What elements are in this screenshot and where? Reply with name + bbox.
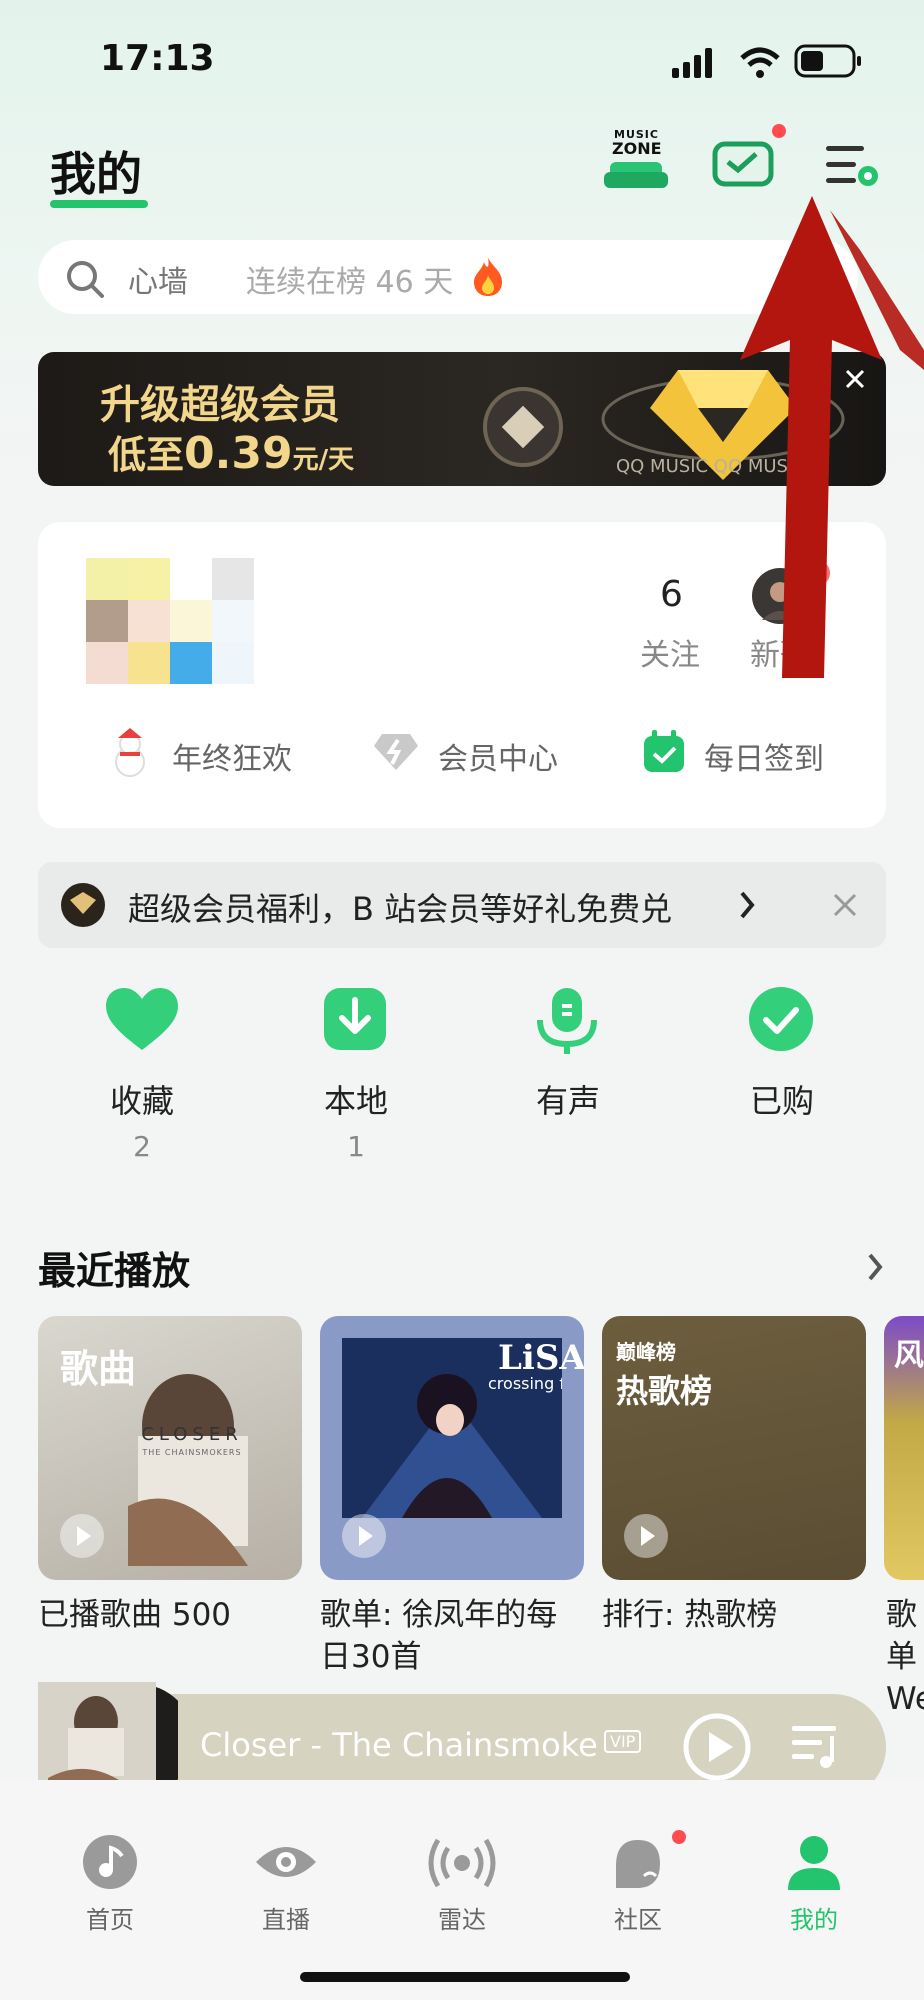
recent-cover-title-1: CLOSER	[141, 1424, 243, 1445]
grid-label-audio: 有声	[535, 1082, 600, 1120]
status-time: 17:13	[100, 38, 215, 79]
banner-line2: 低至0.39元/天	[108, 424, 354, 479]
recent-card-chart[interactable]: 巅峰榜 热歌榜	[602, 1316, 866, 1580]
quick-daily-checkin[interactable]: 每日签到	[642, 728, 862, 778]
recent-card-tag-4: 风	[894, 1338, 924, 1373]
diamond-icon	[374, 734, 418, 770]
title-underline	[50, 200, 148, 208]
sofa-icon	[604, 162, 668, 188]
quick-label-1: 年终狂欢	[172, 742, 292, 777]
calendar-check-icon	[644, 730, 684, 772]
grid-purchased[interactable]: 已购	[702, 986, 862, 1166]
music-zone-label-2: ZONE	[612, 139, 662, 158]
following-count[interactable]: 6	[660, 574, 683, 615]
tab-home[interactable]: 首页	[50, 1834, 170, 1934]
playlist-icon[interactable]	[790, 1722, 842, 1772]
play-button-icon[interactable]	[682, 1712, 752, 1782]
community-icon	[616, 1840, 660, 1888]
battery-icon	[794, 44, 861, 78]
grid-audio[interactable]: 有声	[488, 986, 648, 1166]
recent-caption-3[interactable]: 排行: 热歌榜	[602, 1594, 866, 1636]
recent-caption-4-line2: We	[886, 1681, 924, 1717]
grid-count-local: 1	[347, 1130, 365, 1163]
search-keyword: 心墙	[128, 265, 188, 300]
music-zone-button[interactable]: MUSIC ZONE	[604, 128, 668, 196]
quick-year-end[interactable]: 年终狂欢	[110, 728, 310, 778]
check-circle-icon	[749, 987, 813, 1051]
wifi-icon	[740, 47, 780, 78]
promo-badge-icon	[61, 883, 105, 927]
recent-cover-sub-2: crossing fie	[488, 1374, 562, 1393]
recent-card-playlist[interactable]: LiSA crossing fie	[320, 1316, 584, 1580]
tab-radar[interactable]: 雷达	[402, 1834, 522, 1934]
heart-icon	[106, 988, 178, 1050]
search-icon	[67, 261, 104, 298]
recent-cover-title-2: LiSA	[498, 1338, 584, 1378]
eye-icon	[256, 1847, 316, 1877]
search-rank-text: 连续在榜 46 天	[246, 265, 454, 300]
recent-play-icon-3[interactable]	[624, 1514, 668, 1558]
mail-icon[interactable]	[712, 138, 776, 190]
tab-label-home: 首页	[86, 1906, 134, 1934]
status-icons	[672, 44, 861, 78]
grid-count-favorites: 2	[133, 1130, 151, 1163]
tab-label-community: 社区	[614, 1906, 662, 1934]
cellular-icon	[672, 48, 712, 78]
recent-caption-4[interactable]: 歌单 We	[886, 1594, 924, 1720]
tab-live[interactable]: 直播	[226, 1834, 346, 1934]
grid-label-local: 本地	[323, 1082, 388, 1120]
tab-label-radar: 雷达	[438, 1906, 486, 1934]
home-indicator	[300, 1972, 630, 1982]
notification-dot	[772, 124, 786, 138]
radar-icon	[428, 1838, 496, 1888]
recent-caption-2[interactable]: 歌单: 徐凤年的每日30首	[320, 1594, 570, 1678]
download-icon	[324, 988, 386, 1050]
recent-play-icon-2[interactable]	[342, 1514, 386, 1558]
recent-cover-title-3: 热歌榜	[616, 1372, 713, 1410]
snowman-icon	[115, 728, 145, 777]
community-notification-dot	[672, 1830, 686, 1844]
closer-cover-art	[128, 1374, 248, 1566]
tab-label-live: 直播	[262, 1906, 310, 1934]
quick-label-3: 每日签到	[704, 742, 824, 777]
banner-price-suffix: 元/天	[292, 445, 355, 475]
avatar[interactable]	[86, 558, 296, 688]
annotation-arrow	[740, 196, 924, 678]
vip-medal-icon	[483, 387, 563, 467]
banner-line1: 升级超级会员	[100, 382, 340, 428]
recent-caption-4-line1: 歌单	[886, 1597, 917, 1675]
grid-label-favorites: 收藏	[109, 1082, 174, 1120]
grid-label-purchased: 已购	[749, 1082, 814, 1120]
microphone-icon	[537, 988, 597, 1054]
page-title[interactable]: 我的	[50, 138, 142, 204]
recent-more-icon[interactable]	[866, 1252, 886, 1282]
tab-label-mine: 我的	[790, 1906, 838, 1934]
promo-bar[interactable]: 超级会员福利，B 站会员等好礼免费兑	[38, 862, 886, 948]
tab-community[interactable]: 社区	[578, 1830, 698, 1934]
recent-play-icon-1[interactable]	[60, 1514, 104, 1558]
promo-close-icon[interactable]	[830, 890, 860, 920]
quick-label-2: 会员中心	[438, 742, 558, 777]
recent-card-partial[interactable]: 风	[884, 1316, 924, 1580]
quick-vip-center[interactable]: 会员中心	[372, 728, 572, 778]
recent-cover-sub-1: THE CHAINSMOKERS	[142, 1448, 242, 1457]
settings-menu-icon[interactable]	[824, 142, 884, 190]
promo-text: 超级会员福利，B 站会员等好礼免费兑	[128, 890, 673, 928]
recent-card-tag-3: 巅峰榜	[616, 1340, 676, 1364]
recent-title: 最近播放	[38, 1249, 191, 1293]
banner-price: 0.39	[184, 428, 293, 479]
profile-icon	[788, 1836, 840, 1890]
following-label[interactable]: 关注	[640, 630, 700, 674]
recent-card-songs[interactable]: 歌曲 CLOSER THE CHAINSMOKERS	[38, 1316, 302, 1580]
grid-favorites[interactable]: 收藏 2	[62, 986, 222, 1166]
promo-chevron-icon	[740, 891, 755, 919]
fire-icon	[474, 258, 502, 296]
tab-mine[interactable]: 我的	[754, 1834, 874, 1934]
grid-local[interactable]: 本地 1	[276, 986, 436, 1166]
player-song-title: Closer - The Chainsmokers	[200, 1726, 600, 1764]
recent-caption-1[interactable]: 已播歌曲 500	[38, 1594, 302, 1636]
banner-price-prefix: 低至	[108, 433, 185, 477]
home-note-icon	[83, 1835, 137, 1889]
player-vip-badge: VIP	[604, 1730, 642, 1753]
